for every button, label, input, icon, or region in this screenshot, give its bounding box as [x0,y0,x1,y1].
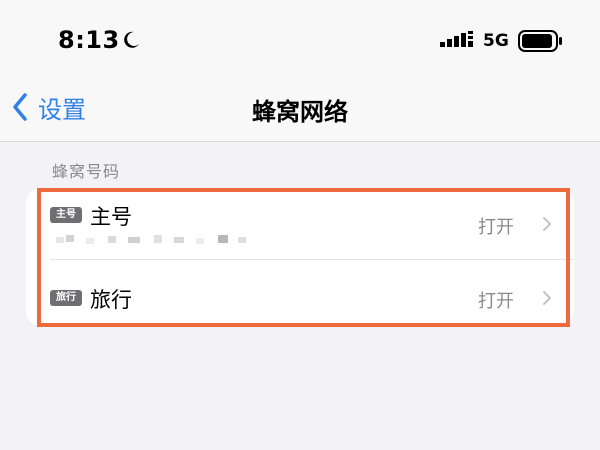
battery-icon [518,30,562,52]
status-bar: 8:13 5G [0,0,600,70]
cellular-signal-icon [440,31,473,47]
section-header: 蜂窝号码 [52,162,121,181]
chevron-right-icon [543,291,551,305]
line-label: 旅行 [90,288,132,312]
line-status: 打开 [478,291,514,312]
status-time: 8:13 [58,26,120,54]
page-title: 蜂窝网络 [252,98,348,126]
navigation-bar: 设置 蜂窝网络 [0,70,600,142]
carrier-label: 5G [483,31,509,51]
cellular-lines-group: 主号 主号 打开 旅行 旅行 打开 [26,188,574,326]
line-badge: 旅行 [50,290,82,306]
moon-icon [124,31,139,48]
line-row-travel[interactable]: 旅行 旅行 打开 [26,188,574,326]
